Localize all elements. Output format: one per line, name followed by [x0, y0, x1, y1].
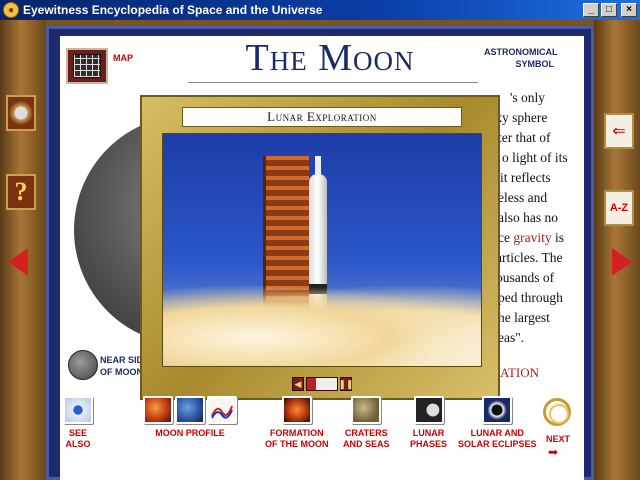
minimize-button[interactable]: _	[583, 3, 599, 17]
planet-icon[interactable]	[143, 396, 173, 424]
crescent-icon[interactable]	[556, 42, 578, 80]
moon-phase-icon	[413, 396, 444, 424]
window-title: Eyewitness Encyclopedia of Space and the…	[23, 3, 323, 17]
formation-button[interactable]: FORMATION OF THE MOON	[265, 396, 329, 450]
formation-icon	[281, 396, 312, 424]
astronomical-symbol-label[interactable]: ASTRONOMICAL SYMBOL	[484, 46, 558, 70]
previous-arrow-icon[interactable]	[8, 248, 28, 276]
maximize-button[interactable]: □	[601, 3, 617, 17]
gauge-icon[interactable]	[6, 95, 36, 131]
chart-icon[interactable]	[207, 396, 237, 424]
map-icon	[73, 54, 101, 78]
moon-profile-group[interactable]: MOON PROFILE	[143, 396, 237, 439]
map-label[interactable]: MAP	[113, 53, 133, 63]
popup-title: Lunar Exploration	[182, 107, 462, 127]
next-label[interactable]: NEXT	[546, 434, 570, 444]
next-arrow[interactable]: ➡	[548, 445, 558, 459]
title-divider	[188, 82, 478, 83]
map-button[interactable]	[66, 48, 108, 84]
progress-fill	[307, 378, 316, 390]
a-z-index-icon[interactable]: A-Z	[604, 190, 634, 226]
lunar-phases-button[interactable]: LUNAR PHASES	[410, 396, 447, 450]
question-icon[interactable]: ?	[6, 174, 36, 210]
crater-icon	[351, 396, 382, 424]
eclipse-icon	[482, 396, 513, 424]
moon-profile-label: MOON PROFILE	[155, 428, 225, 438]
rewind-button[interactable]: ◀	[292, 377, 304, 391]
launch-video[interactable]	[162, 133, 482, 367]
back-icon[interactable]: ⇐	[604, 113, 634, 149]
app-icon[interactable]: ●	[3, 2, 19, 18]
next-arrow-icon[interactable]	[612, 248, 632, 276]
eye-icon	[63, 396, 93, 424]
page-title: The Moon	[245, 37, 415, 79]
launch-smoke	[163, 284, 481, 366]
astro-label-line-2: SYMBOL	[515, 59, 554, 69]
lunar-exploration-link[interactable]: ATION	[500, 365, 539, 381]
see-also-button[interactable]: SEE ALSO	[63, 396, 93, 450]
pause-button[interactable]: ❚❚	[338, 377, 354, 391]
eclipses-button[interactable]: LUNAR AND SOLAR ECLIPSES	[458, 396, 537, 450]
title-bar: ● Eyewitness Encyclopedia of Space and t…	[0, 0, 640, 20]
near-side-thumbnail[interactable]	[68, 350, 98, 380]
rings-icon[interactable]	[543, 398, 571, 426]
video-controls: ◀ ❚❚	[292, 377, 354, 391]
lunar-exploration-popup: Lunar Exploration ◀ ❚❚	[140, 95, 500, 400]
planet-icon[interactable]	[175, 396, 205, 424]
craters-button[interactable]: CRATERS AND SEAS	[343, 396, 390, 450]
astro-label-line-1: ASTRONOMICAL	[484, 47, 558, 57]
close-button[interactable]: ×	[621, 3, 637, 17]
gravity-link[interactable]: gravity	[513, 230, 551, 245]
video-progress-slider[interactable]	[306, 377, 338, 391]
